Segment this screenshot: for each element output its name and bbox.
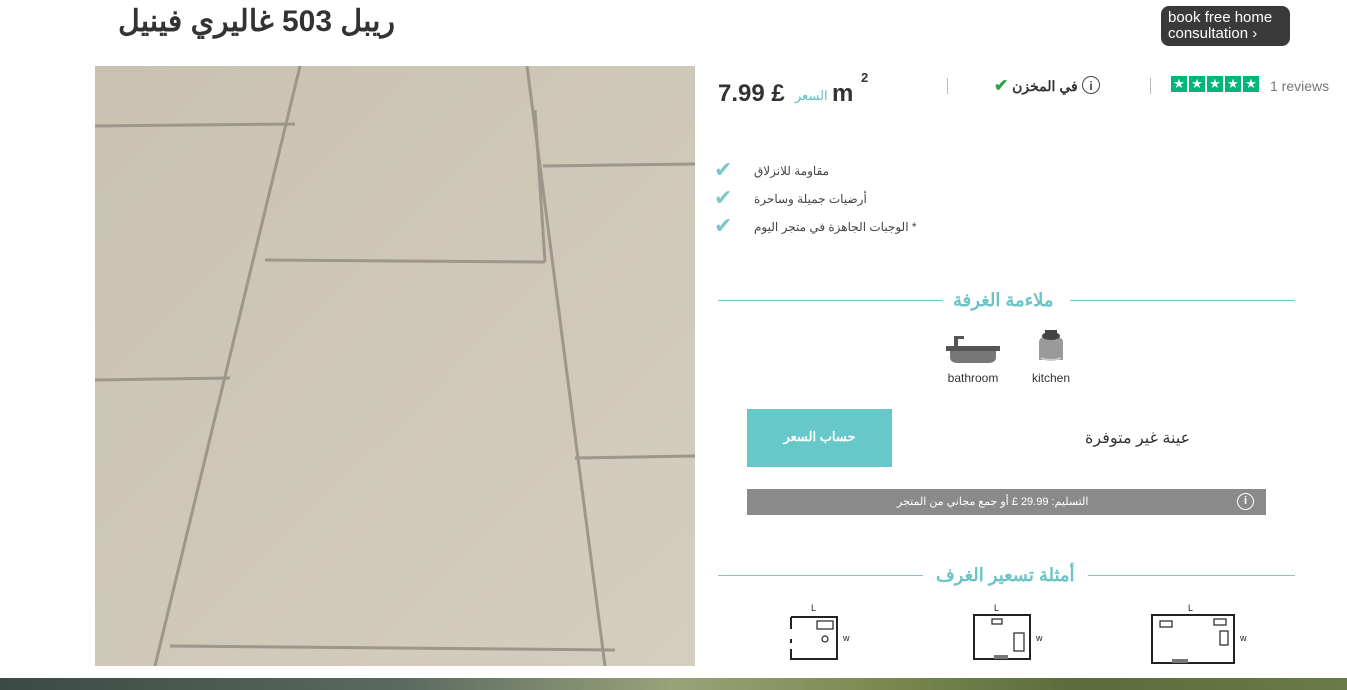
price-unit-superscript: 2 xyxy=(861,70,869,85)
price-value: 7.99 £ xyxy=(718,80,785,107)
check-icon: ✔ xyxy=(994,76,1009,95)
floor-tile-image xyxy=(95,66,695,666)
room-label: bathroom xyxy=(947,371,999,385)
room-suitability-heading: ملاءمة الغرفة xyxy=(718,290,1295,310)
plan-length-label: L xyxy=(811,603,816,613)
room-bathroom: bathroom xyxy=(943,332,1003,385)
feature-item: ✔ أرضيات جميلة وساحرة xyxy=(714,186,934,214)
reviews-link[interactable]: 1 reviews xyxy=(1270,78,1329,94)
floor-plan-icon: L w xyxy=(1151,603,1247,664)
feature-list: ✔ مقاومة للانزلاق ✔ أرضيات جميلة وساحرة … xyxy=(714,158,934,242)
section-title: ملاءمة الغرفة xyxy=(953,290,1054,310)
room-plan-large[interactable]: L w xyxy=(1148,603,1248,670)
bathtub-icon xyxy=(946,336,1000,363)
divider xyxy=(1088,575,1295,576)
divider xyxy=(718,300,943,301)
checkmark-icon: ✔ xyxy=(714,213,733,238)
floor-plan-icon: L w xyxy=(973,603,1043,660)
room-examples-heading: أمثلة تسعير الغرف xyxy=(718,565,1295,585)
star-icon: ★ xyxy=(1207,76,1223,92)
rating-stars[interactable]: ★ ★ ★ ★ ★ xyxy=(1171,76,1259,92)
stock-text: في المخزن xyxy=(1012,78,1078,94)
info-icon[interactable]: i xyxy=(1237,493,1254,510)
room-plan-medium[interactable]: L w xyxy=(968,603,1048,670)
kettle-icon xyxy=(1039,330,1063,361)
plan-width-label: w xyxy=(842,633,850,643)
divider xyxy=(718,575,923,576)
feature-text: * الوجبات الجاهزة في متجر اليوم xyxy=(754,220,917,234)
product-image xyxy=(95,66,695,666)
price-row: 7.99 £ السعر m 2 ✔ في المخزن i ★ ★ ★ ★ ★… xyxy=(718,70,1329,110)
divider xyxy=(1070,300,1295,301)
background-photo-strip xyxy=(0,678,1347,690)
calculate-price-button[interactable]: حساب السعر xyxy=(747,409,892,467)
sample-unavailable-text: عينة غير متوفرة xyxy=(1085,430,1191,447)
plan-length-label: L xyxy=(994,603,999,613)
info-icon[interactable]: i xyxy=(1082,76,1100,94)
room-label: kitchen xyxy=(1031,371,1071,385)
checkmark-icon: ✔ xyxy=(714,185,733,210)
book-consultation-button[interactable]: book free home consultation › xyxy=(1161,6,1290,46)
divider xyxy=(947,78,948,94)
room-plan-small[interactable]: L w xyxy=(785,603,855,670)
floor-plan-icon: L w xyxy=(790,603,850,660)
stock-status: ✔ في المخزن xyxy=(994,76,1078,96)
plan-length-label: L xyxy=(1188,603,1193,613)
product-title: ريبل 503 غاليري فينيل xyxy=(118,5,395,38)
feature-item: ✔ * الوجبات الجاهزة في متجر اليوم xyxy=(714,214,934,242)
checkmark-icon: ✔ xyxy=(714,157,733,182)
feature-text: أرضيات جميلة وساحرة xyxy=(754,192,867,206)
star-icon: ★ xyxy=(1243,76,1259,92)
price-label: السعر xyxy=(795,88,828,103)
feature-text: مقاومة للانزلاق xyxy=(754,164,830,178)
delivery-text: التسليم: 29.99 £ أو جمع مجاني من المتجر xyxy=(897,496,1089,508)
divider xyxy=(1150,78,1151,94)
plan-width-label: w xyxy=(1035,633,1043,643)
room-kitchen: kitchen xyxy=(1027,328,1075,385)
plan-width-label: w xyxy=(1239,633,1247,643)
section-title: أمثلة تسعير الغرف xyxy=(936,565,1075,585)
price-unit: m xyxy=(832,80,854,107)
star-icon: ★ xyxy=(1225,76,1241,92)
star-icon: ★ xyxy=(1171,76,1187,92)
delivery-info-bar: التسليم: 29.99 £ أو جمع مجاني من المتجر … xyxy=(747,489,1266,515)
feature-item: ✔ مقاومة للانزلاق xyxy=(714,158,934,186)
star-icon: ★ xyxy=(1189,76,1205,92)
